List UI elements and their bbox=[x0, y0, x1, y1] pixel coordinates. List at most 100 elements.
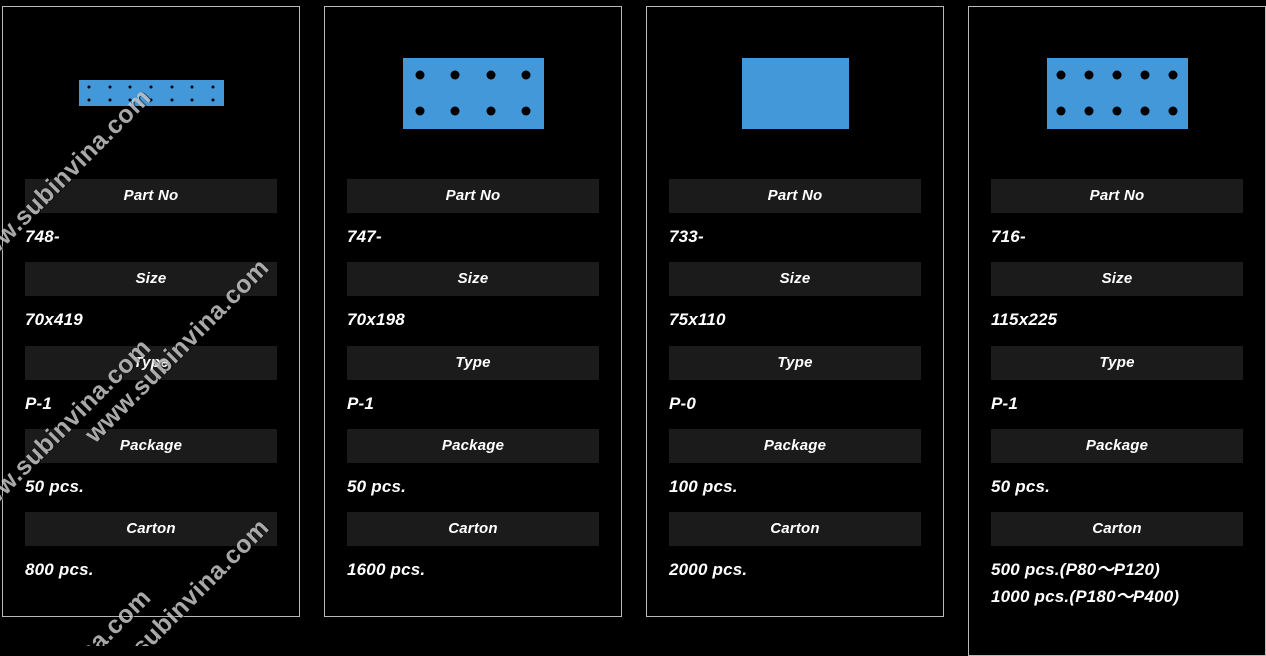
size-value: 75x110 bbox=[669, 296, 921, 345]
carton-label: Carton bbox=[991, 512, 1243, 547]
package-label: Package bbox=[991, 429, 1243, 464]
product-card[interactable]: Part No 748- Size 70x419 Type P-1 Package 50 pc… bbox=[2, 6, 300, 617]
plate-hole bbox=[1084, 70, 1094, 80]
product-plate-shape bbox=[741, 57, 849, 129]
package-label: Package bbox=[669, 429, 921, 464]
product-card[interactable]: Part No 747- Size 70x198 Type P-1 Package 50 pc… bbox=[324, 6, 622, 617]
type-value-line: P-1 bbox=[25, 393, 53, 413]
plate-hole bbox=[170, 85, 174, 88]
plate-hole bbox=[521, 70, 531, 80]
plate-hole bbox=[170, 98, 174, 101]
package-value: 50 pcs. bbox=[25, 463, 277, 512]
package-label: Package bbox=[347, 429, 599, 464]
carton-label: Carton bbox=[347, 512, 599, 547]
type-label: Type bbox=[25, 345, 277, 380]
part-no-value-line: 748- bbox=[25, 227, 60, 246]
part-no-label: Part No bbox=[347, 179, 599, 213]
plate-hole bbox=[1112, 70, 1122, 80]
plate-hole bbox=[211, 98, 215, 101]
carton-value-line: 800 pcs. bbox=[25, 560, 94, 580]
plate-hole bbox=[211, 85, 215, 88]
type-label: Type bbox=[991, 345, 1243, 380]
package-value-line: 50 pcs. bbox=[347, 477, 407, 497]
type-value-line: P-0 bbox=[669, 393, 697, 413]
product-card[interactable]: Part No 716- Size 115x225 Type P-1 Package 50 p… bbox=[968, 6, 1266, 656]
package-label: Package bbox=[25, 429, 277, 464]
size-value: 70x419 bbox=[25, 296, 277, 345]
package-value-line: 50 pcs. bbox=[991, 477, 1051, 497]
carton-value: 500 pcs.(P80～P120) 1000 pcs.(P180～P400) bbox=[991, 546, 1243, 622]
product-plate-shape bbox=[78, 80, 224, 106]
carton-value-line: 2000 pcs. bbox=[669, 560, 748, 580]
carton-value: 2000 pcs. bbox=[669, 546, 921, 595]
part-no-value: 716- bbox=[991, 213, 1243, 262]
product-figure bbox=[991, 7, 1243, 179]
plate-hole bbox=[108, 85, 112, 88]
carton-value-line: 1000 pcs.(P180～P400) bbox=[991, 586, 1180, 606]
plate-hole bbox=[149, 85, 153, 88]
plate-hole bbox=[190, 85, 194, 88]
part-no-label: Part No bbox=[669, 179, 921, 213]
package-value: 50 pcs. bbox=[991, 463, 1243, 512]
part-no-value: 748- bbox=[25, 213, 277, 262]
package-value-line: 100 pcs. bbox=[669, 477, 738, 497]
type-value-line: P-1 bbox=[991, 393, 1019, 413]
part-no-value: 747- bbox=[347, 213, 599, 262]
package-value: 100 pcs. bbox=[669, 463, 921, 512]
package-value-line: 50 pcs. bbox=[25, 477, 85, 497]
part-no-value-line: 733- bbox=[669, 227, 704, 246]
plate-hole bbox=[1168, 70, 1178, 80]
plate-hole bbox=[128, 85, 132, 88]
part-no-value-line: 716- bbox=[991, 227, 1026, 246]
part-no-label: Part No bbox=[25, 179, 277, 213]
type-value: P-0 bbox=[669, 380, 921, 429]
plate-hole bbox=[1140, 106, 1150, 116]
plate-hole bbox=[1168, 106, 1178, 116]
size-value-line: 75x110 bbox=[669, 310, 726, 330]
plate-hole bbox=[521, 106, 531, 116]
size-value-line: 70x419 bbox=[25, 310, 83, 330]
type-label: Type bbox=[347, 345, 599, 380]
size-label: Size bbox=[347, 262, 599, 297]
carton-label: Carton bbox=[25, 512, 277, 547]
size-value-line: 70x198 bbox=[347, 310, 405, 330]
plate-hole bbox=[190, 98, 194, 101]
carton-label: Carton bbox=[669, 512, 921, 547]
product-figure bbox=[669, 7, 921, 179]
product-figure bbox=[25, 7, 277, 179]
plate-hole bbox=[450, 106, 460, 116]
size-label: Size bbox=[991, 262, 1243, 297]
product-plate-shape bbox=[402, 57, 544, 129]
plate-hole bbox=[450, 70, 460, 80]
plate-hole bbox=[1056, 70, 1066, 80]
type-value: P-1 bbox=[991, 380, 1243, 429]
part-no-value-line: 747- bbox=[347, 227, 382, 246]
carton-value: 800 pcs. bbox=[25, 546, 277, 595]
plate-hole bbox=[1112, 106, 1122, 116]
plate-hole bbox=[1140, 70, 1150, 80]
part-no-value: 733- bbox=[669, 213, 921, 262]
size-value-line: 115x225 bbox=[991, 310, 1058, 330]
plate-hole bbox=[486, 70, 496, 80]
carton-value-line: 1600 pcs. bbox=[347, 560, 426, 580]
plate-hole bbox=[415, 70, 425, 80]
product-card-grid: Part No 748- Size 70x419 Type P-1 Package 50 pc… bbox=[0, 0, 1266, 656]
size-label: Size bbox=[669, 262, 921, 297]
plate-hole bbox=[486, 106, 496, 116]
type-value-line: P-1 bbox=[347, 393, 375, 413]
product-card[interactable]: Part No 733- Size 75x110 Type P-0 Package 100 p… bbox=[646, 6, 944, 617]
plate-hole bbox=[1056, 106, 1066, 116]
part-no-label: Part No bbox=[991, 179, 1243, 213]
plate-hole bbox=[108, 98, 112, 101]
carton-value-line: 500 pcs.(P80～P120) bbox=[991, 560, 1160, 580]
size-value: 70x198 bbox=[347, 296, 599, 345]
type-value: P-1 bbox=[25, 380, 277, 429]
plate-hole bbox=[128, 98, 132, 101]
plate-hole bbox=[149, 98, 153, 101]
carton-value: 1600 pcs. bbox=[347, 546, 599, 595]
plate-hole bbox=[1084, 106, 1094, 116]
size-value: 115x225 bbox=[991, 296, 1243, 345]
package-value: 50 pcs. bbox=[347, 463, 599, 512]
plate-hole bbox=[415, 106, 425, 116]
type-label: Type bbox=[669, 345, 921, 380]
